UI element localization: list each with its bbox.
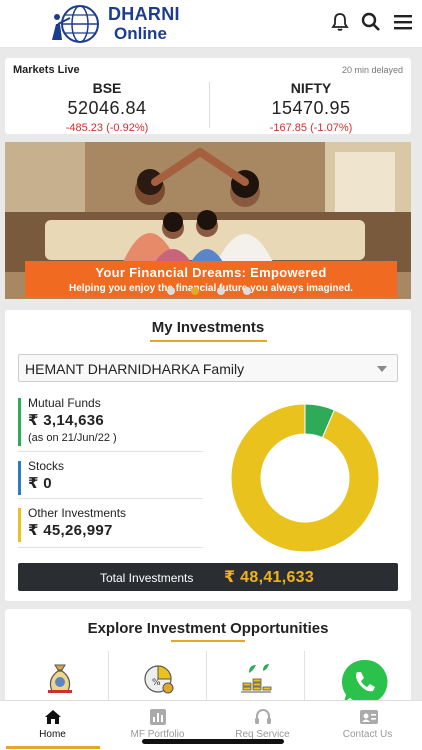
home-indicator	[142, 739, 284, 744]
svg-text:%: %	[152, 678, 161, 688]
change-percent: (-0.92%)	[106, 122, 149, 134]
other-investments-item[interactable]: Other Investments ₹ 45,26,997	[18, 506, 203, 548]
carousel-dot[interactable]	[167, 287, 175, 295]
index-change: -485.23 (-0.92%)	[7, 122, 207, 134]
mutual-funds-color-bar	[18, 398, 21, 446]
bse-index[interactable]: BSE 52046.84 -485.23 (-0.92%)	[7, 80, 207, 134]
stocks-color-bar	[18, 461, 21, 495]
item-label: Stocks	[28, 459, 65, 473]
item-label: Mutual Funds	[28, 396, 101, 410]
portfolio-icon	[150, 709, 166, 725]
growth-coins-icon	[241, 664, 272, 693]
mutual-funds-item[interactable]: Mutual Funds ₹ 3,14,636 (as on 21/Jun/22…	[18, 396, 203, 452]
carousel-dot[interactable]	[217, 287, 225, 295]
title-underline	[171, 640, 245, 642]
brand-name: DHARNI Online	[108, 4, 180, 44]
carousel-dot[interactable]	[243, 287, 251, 295]
family-select[interactable]: HEMANT DHARNIDHARKA Family	[18, 354, 398, 382]
total-investments-bar: Total Investments ₹ 48,41,633	[18, 563, 398, 591]
menu-icon[interactable]	[393, 12, 413, 32]
nav-label: Contact Us	[342, 729, 393, 740]
percent-chart-icon: %	[144, 665, 174, 694]
stocks-item[interactable]: Stocks ₹ 0	[18, 459, 203, 499]
banner-title: Your Financial Dreams: Empowered	[95, 265, 327, 280]
other-investments-color-bar	[18, 508, 21, 542]
markets-title: Markets Live	[13, 64, 80, 76]
index-change: -167.85 (-1.07%)	[211, 122, 411, 134]
money-bag-icon	[48, 664, 72, 693]
item-date-note: (as on 21/Jun/22 )	[28, 432, 117, 444]
home-icon	[45, 710, 61, 724]
family-select-value: HEMANT DHARNIDHARKA Family	[25, 361, 245, 377]
brand-line-1: DHARNI	[108, 4, 180, 24]
brand-line-2: Online	[114, 24, 167, 43]
nav-home[interactable]: Home	[0, 701, 105, 750]
change-points: -167.85	[269, 122, 308, 134]
promo-banner[interactable]: Your Financial Dreams: Empowered Helping…	[5, 142, 411, 299]
index-name: NIFTY	[290, 80, 332, 96]
nav-active-indicator	[6, 746, 100, 749]
banner-caption: Your Financial Dreams: Empowered Helping…	[25, 261, 397, 297]
investment-donut-chart	[230, 403, 380, 553]
item-label: Other Investments	[28, 506, 127, 520]
investments-title: My Investments	[151, 319, 265, 336]
change-percent: (-1.07%)	[310, 122, 353, 134]
total-label: Total Investments	[100, 571, 194, 585]
nav-contact-us[interactable]: Contact Us	[315, 701, 420, 750]
title-underline	[150, 340, 267, 342]
banner-subtitle: Helping you enjoy the financial future y…	[69, 283, 353, 294]
item-amount: ₹ 45,26,997	[28, 522, 113, 539]
logo-icon	[52, 5, 99, 43]
bell-icon[interactable]	[330, 12, 350, 32]
markets-delay: 20 min delayed	[341, 65, 403, 75]
search-icon[interactable]	[361, 12, 381, 32]
chevron-down-icon	[377, 366, 387, 372]
donut-slice-other-investments	[230, 403, 380, 553]
item-amount: ₹ 0	[28, 475, 52, 492]
index-divider	[209, 82, 210, 128]
change-points: -485.23	[65, 122, 104, 134]
explore-title: Explore Investment Opportunities	[87, 620, 329, 637]
app-header: DHARNI Online	[0, 0, 422, 48]
markets-live-card[interactable]: Markets Live 20 min delayed BSE 52046.84…	[5, 58, 411, 134]
carousel-dot-active[interactable]	[191, 287, 199, 295]
nifty-index[interactable]: NIFTY 15470.95 -167.85 (-1.07%)	[211, 80, 411, 134]
my-investments-card: My Investments HEMANT DHARNIDHARKA Famil…	[5, 310, 411, 601]
headset-icon	[255, 709, 271, 724]
total-value: ₹ 48,41,633	[224, 569, 315, 586]
index-value: 15470.95	[271, 98, 351, 118]
item-amount: ₹ 3,14,636	[28, 412, 104, 429]
nav-label: Home	[39, 729, 66, 740]
contact-card-icon	[360, 710, 378, 724]
index-name: BSE	[92, 80, 122, 96]
index-value: 52046.84	[67, 98, 147, 118]
